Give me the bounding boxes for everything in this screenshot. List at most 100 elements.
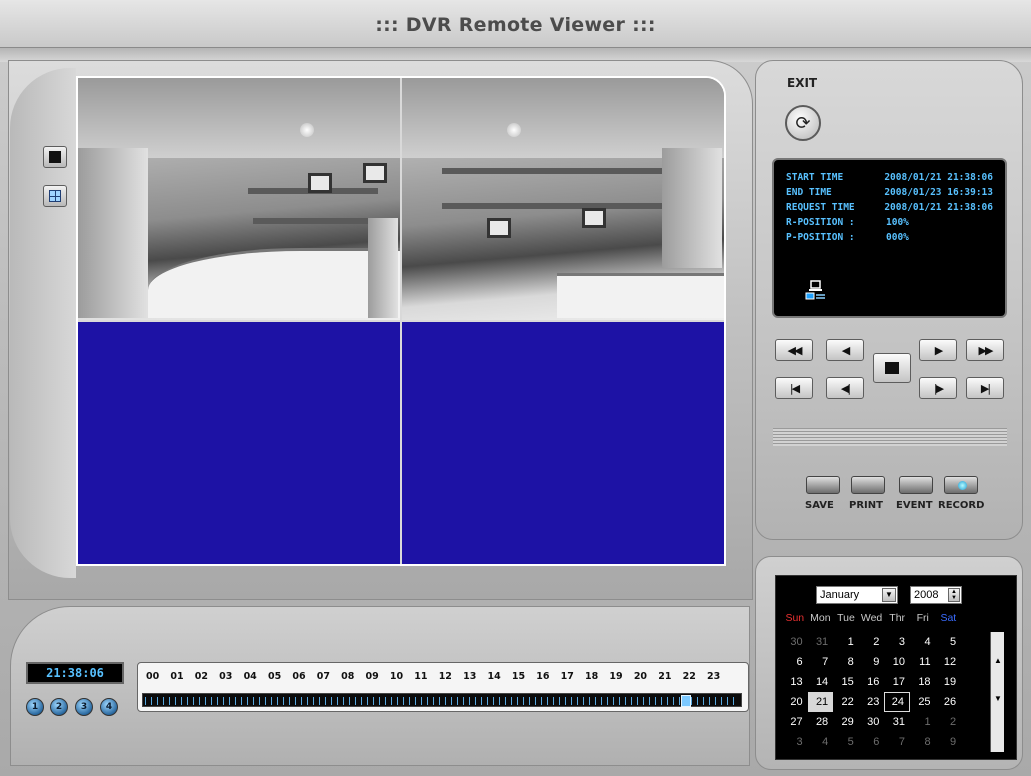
save-button[interactable] (806, 476, 840, 494)
calendar-day[interactable]: 5 (936, 632, 962, 652)
timeline[interactable]: 00 01 02 03 04 05 06 07 08 09 10 11 12 13 14 15 16 17 18 19… (137, 662, 749, 712)
spinner-icon[interactable]: ▲ ▼ (948, 588, 960, 602)
timeline-hour-label: 08 (341, 671, 355, 682)
calendar-day[interactable]: 28 (808, 712, 834, 732)
calendar-day[interactable]: 6 (782, 652, 808, 672)
year-spinner[interactable]: 2008 ▲ ▼ (910, 586, 962, 604)
frame-forward-icon: |▶ (933, 381, 944, 395)
calendar-day[interactable]: 8 (910, 732, 936, 752)
calendar-day[interactable]: 4 (910, 632, 936, 652)
calendar-scrollbar[interactable]: ▲ ▼ (990, 632, 1004, 752)
channel-1-button[interactable]: 1 (26, 698, 44, 716)
calendar-day[interactable]: 30 (782, 632, 808, 652)
timeline-bar[interactable] (142, 693, 742, 707)
calendar-day[interactable]: 10 (884, 652, 910, 672)
single-view-button[interactable] (43, 146, 67, 168)
channel-2-button[interactable]: 2 (50, 698, 68, 716)
timeline-hour-label: 02 (194, 671, 209, 682)
first-frame-button[interactable]: |◀ (775, 377, 813, 399)
weekday-label: Mon (810, 612, 831, 624)
weekday-header: Sun Mon Tue Wed Thr Fri Sat (782, 612, 961, 624)
event-label: EVENT (896, 500, 933, 511)
exit-button[interactable]: ⟳ (785, 105, 821, 141)
calendar-day[interactable]: 24 (884, 692, 910, 712)
calendar-day[interactable]: 27 (782, 712, 808, 732)
window-title: ::: DVR Remote Viewer ::: (375, 14, 656, 36)
timeline-hour-label: 13 (463, 671, 477, 682)
p-position-label: P-POSITION : (786, 232, 855, 243)
calendar-day[interactable]: 31 (884, 712, 910, 732)
calendar-day[interactable]: 2 (859, 632, 885, 652)
calendar-day[interactable]: 3 (782, 732, 808, 752)
calendar-day[interactable]: 11 (910, 652, 936, 672)
current-time-display: 21:38:06 (26, 662, 124, 684)
timeline-hour-label: 04 (243, 671, 257, 682)
request-time-value: 2008/01/21 21:38:06 (884, 202, 993, 213)
calendar-day[interactable]: 12 (936, 652, 962, 672)
calendar-day[interactable]: 21 (807, 692, 834, 712)
calendar-day[interactable]: 13 (782, 672, 808, 692)
fast-forward-button[interactable]: ▶▶ (966, 339, 1004, 361)
calendar-day[interactable]: 1 (910, 712, 936, 732)
calendar-day[interactable]: 3 (884, 632, 910, 652)
calendar-day[interactable]: 9 (859, 652, 885, 672)
frame-forward-button[interactable]: |▶ (919, 377, 957, 399)
scroll-down-icon[interactable]: ▼ (991, 694, 1005, 703)
weekday-label: Tue (837, 612, 855, 624)
calendar-day[interactable]: 17 (884, 672, 910, 692)
chevron-down-icon[interactable]: ▼ (882, 588, 896, 602)
calendar-day[interactable]: 31 (808, 632, 834, 652)
calendar-day[interactable]: 19 (936, 672, 962, 692)
calendar-week-row: 30 31 1 2 3 4 5 (782, 632, 961, 652)
calendar-day[interactable]: 30 (859, 712, 885, 732)
calendar-day[interactable]: 20 (782, 692, 808, 712)
frame-back-button[interactable]: ◀| (826, 377, 864, 399)
calendar-day[interactable]: 8 (833, 652, 859, 672)
calendar-day[interactable]: 2 (936, 712, 962, 732)
month-select[interactable]: January ▼ (816, 586, 898, 604)
timeline-hours: 00 01 02 03 04 05 06 07 08 09 10 11 12 13 14 15 16 17 18 19… (146, 671, 731, 682)
print-button[interactable] (851, 476, 885, 494)
camera-2-view[interactable] (402, 78, 724, 320)
camera-4-view[interactable] (402, 322, 724, 564)
calendar-day[interactable]: 18 (910, 672, 936, 692)
rewind-button[interactable]: ◀◀ (775, 339, 813, 361)
speaker-grille (773, 428, 1007, 446)
calendar-day[interactable]: 5 (833, 732, 859, 752)
calendar-day[interactable]: 26 (936, 692, 962, 712)
timeline-hour-label: 22 (682, 671, 696, 682)
timeline-hour-label: 06 (292, 671, 306, 682)
calendar-day[interactable]: 22 (833, 692, 859, 712)
camera-1-view[interactable] (78, 78, 400, 320)
p-position-value: 000% (886, 232, 909, 243)
calendar-day[interactable]: 7 (884, 732, 910, 752)
calendar-day[interactable]: 7 (808, 652, 834, 672)
stop-icon (885, 362, 899, 374)
scroll-up-icon[interactable]: ▲ (991, 656, 1005, 665)
calendar-day[interactable]: 29 (833, 712, 859, 732)
calendar-day[interactable]: 23 (859, 692, 885, 712)
channel-3-button[interactable]: 3 (75, 698, 93, 716)
calendar-day[interactable]: 15 (833, 672, 859, 692)
quad-view-button[interactable] (43, 185, 67, 207)
stop-button[interactable] (873, 353, 911, 383)
camera-3-view[interactable] (78, 322, 400, 564)
calendar-day[interactable]: 6 (859, 732, 885, 752)
event-button[interactable] (899, 476, 933, 494)
quad-view-icon (49, 190, 61, 202)
year-value: 2008 (914, 589, 939, 601)
calendar-day[interactable]: 9 (936, 732, 962, 752)
timeline-hour-label: 07 (316, 671, 330, 682)
calendar-day[interactable]: 16 (859, 672, 885, 692)
record-button[interactable] (944, 476, 978, 494)
calendar-day[interactable]: 25 (910, 692, 936, 712)
timeline-cursor[interactable] (680, 695, 691, 707)
timeline-hour-label: 19 (609, 671, 623, 682)
step-back-button[interactable]: ◀ (826, 339, 864, 361)
play-button[interactable]: ▶ (919, 339, 957, 361)
calendar-day[interactable]: 14 (808, 672, 834, 692)
channel-4-button[interactable]: 4 (100, 698, 118, 716)
calendar-day[interactable]: 4 (808, 732, 834, 752)
last-frame-button[interactable]: ▶| (966, 377, 1004, 399)
calendar-day[interactable]: 1 (833, 632, 859, 652)
